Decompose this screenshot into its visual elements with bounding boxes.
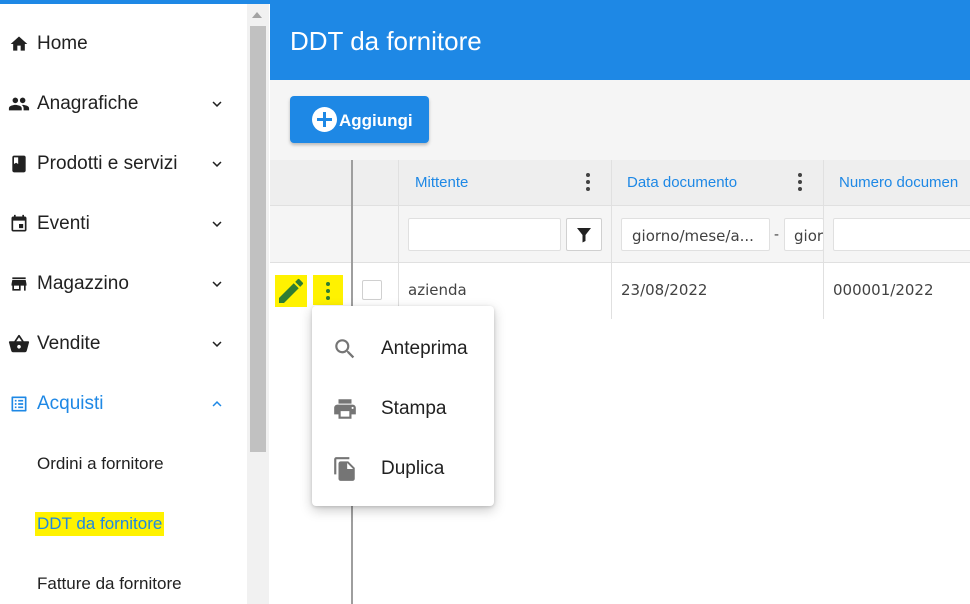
print-icon <box>332 396 358 422</box>
sidebar-item-eventi[interactable]: Eventi <box>0 194 247 254</box>
menu-item-label: Duplica <box>381 458 445 479</box>
column-header-data[interactable]: Data documento <box>627 174 737 191</box>
grid-header-row: Mittente Data documento Numero documen <box>270 160 970 206</box>
calendar-icon <box>8 213 30 235</box>
column-divider <box>823 160 824 319</box>
chevron-down-icon[interactable] <box>208 155 226 173</box>
menu-item-label: Anteprima <box>381 338 468 359</box>
book-icon <box>8 153 30 175</box>
basket-icon <box>8 333 30 355</box>
edit-button[interactable] <box>275 275 307 307</box>
sidebar-item-label: Home <box>37 33 88 54</box>
add-button-label: Aggiungi <box>339 111 413 130</box>
scrollbar-thumb[interactable] <box>250 26 266 452</box>
home-icon <box>8 33 30 55</box>
menu-item-stampa[interactable]: Stampa <box>312 378 494 438</box>
mittente-filter-input[interactable] <box>408 218 561 251</box>
numero-filter-input[interactable] <box>833 218 970 251</box>
top-accent-bar <box>0 0 970 4</box>
chevron-down-icon[interactable] <box>208 275 226 293</box>
sidebar-item-label: Prodotti e servizi <box>37 153 178 174</box>
menu-item-label: Stampa <box>381 398 447 419</box>
sidebar-scrollbar[interactable] <box>247 4 269 604</box>
sidebar-subitem-fatture[interactable]: Fatture da fornitore <box>37 574 182 594</box>
main-content: DDT da fornitore Aggiungi Mittente Data … <box>270 4 970 604</box>
sidebar-subitem-ddt[interactable]: DDT da fornitore <box>35 512 165 536</box>
row-checkbox[interactable] <box>362 280 382 300</box>
pencil-icon <box>279 278 304 303</box>
column-header-mittente[interactable]: Mittente <box>415 174 468 191</box>
sidebar-item-anagrafiche[interactable]: Anagrafiche <box>0 74 247 134</box>
cell-mittente: azienda <box>408 281 467 299</box>
chevron-down-icon[interactable] <box>208 215 226 233</box>
column-menu-icon[interactable] <box>798 173 802 193</box>
filter-icon <box>577 228 591 243</box>
column-divider <box>398 160 399 319</box>
sidebar-item-prodotti[interactable]: Prodotti e servizi <box>0 134 247 194</box>
cell-numero: 000001/2022 <box>833 281 934 299</box>
sidebar-item-magazzino[interactable]: Magazzino <box>0 254 247 314</box>
row-more-button[interactable] <box>313 275 343 305</box>
date-to-filter-input[interactable]: gior <box>784 218 824 251</box>
add-button[interactable]: Aggiungi <box>290 96 429 143</box>
sidebar-item-label: Magazzino <box>37 273 129 294</box>
people-icon <box>8 93 30 115</box>
sidebar-item-label: Acquisti <box>37 393 104 414</box>
sidebar-item-acquisti[interactable]: Acquisti <box>0 374 247 434</box>
sidebar-item-vendite[interactable]: Vendite <box>0 314 247 374</box>
list-alt-icon <box>8 393 30 415</box>
app-bar: DDT da fornitore <box>270 4 970 80</box>
chevron-down-icon[interactable] <box>208 335 226 353</box>
chevron-down-icon[interactable] <box>208 95 226 113</box>
search-icon <box>332 336 358 362</box>
grid-filter-row: giorno/mese/a... - gior <box>270 206 970 263</box>
date-range-separator: - <box>774 226 779 243</box>
sidebar-item-label: Anagrafiche <box>37 93 139 114</box>
toolbar: Aggiungi <box>270 80 970 160</box>
sidebar: Home Anagrafiche Prodotti e servizi Even… <box>0 4 247 604</box>
sidebar-item-home[interactable]: Home <box>0 14 247 74</box>
filter-button[interactable] <box>566 218 602 251</box>
date-from-filter-input[interactable]: giorno/mese/a... <box>621 218 770 251</box>
sidebar-subitem-ordini[interactable]: Ordini a fornitore <box>37 454 164 474</box>
add-circle-icon <box>312 107 337 132</box>
row-context-menu: Anteprima Stampa Duplica <box>312 306 494 506</box>
store-icon <box>8 273 30 295</box>
menu-item-anteprima[interactable]: Anteprima <box>312 318 494 378</box>
cell-data: 23/08/2022 <box>621 281 708 299</box>
sidebar-item-label: Eventi <box>37 213 90 234</box>
copy-icon <box>332 456 358 482</box>
sidebar-item-label: Vendite <box>37 333 101 354</box>
chevron-up-icon[interactable] <box>208 395 226 413</box>
menu-item-duplica[interactable]: Duplica <box>312 438 494 498</box>
column-header-numero[interactable]: Numero documen <box>839 174 958 191</box>
column-divider <box>611 160 612 319</box>
scroll-up-arrow-icon[interactable] <box>252 12 262 18</box>
page-title: DDT da fornitore <box>290 26 482 56</box>
column-menu-icon[interactable] <box>586 173 590 193</box>
